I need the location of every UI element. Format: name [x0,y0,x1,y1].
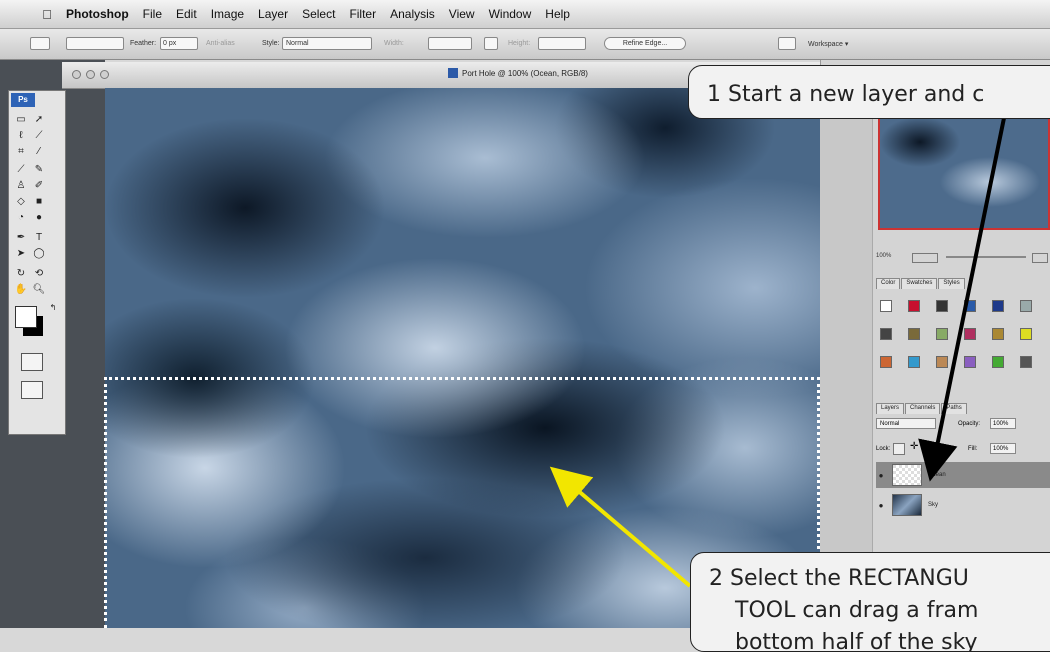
arrow-to-selection [549,466,692,588]
callout-step-2-line2: TOOL can drag a fram [735,598,979,623]
arrow-to-layer [918,117,1006,482]
callout-step-2: 2 Select the RECTANGU TOOL can drag a fr… [690,552,1050,652]
callout-step-1: 1 Start a new layer and c [688,65,1050,119]
callout-step-2-line3: bottom half of the sky [735,630,978,652]
callout-step-2-line1: 2 Select the RECTANGU [709,566,969,591]
callout-step-1-text: 1 Start a new layer and c [707,82,985,107]
